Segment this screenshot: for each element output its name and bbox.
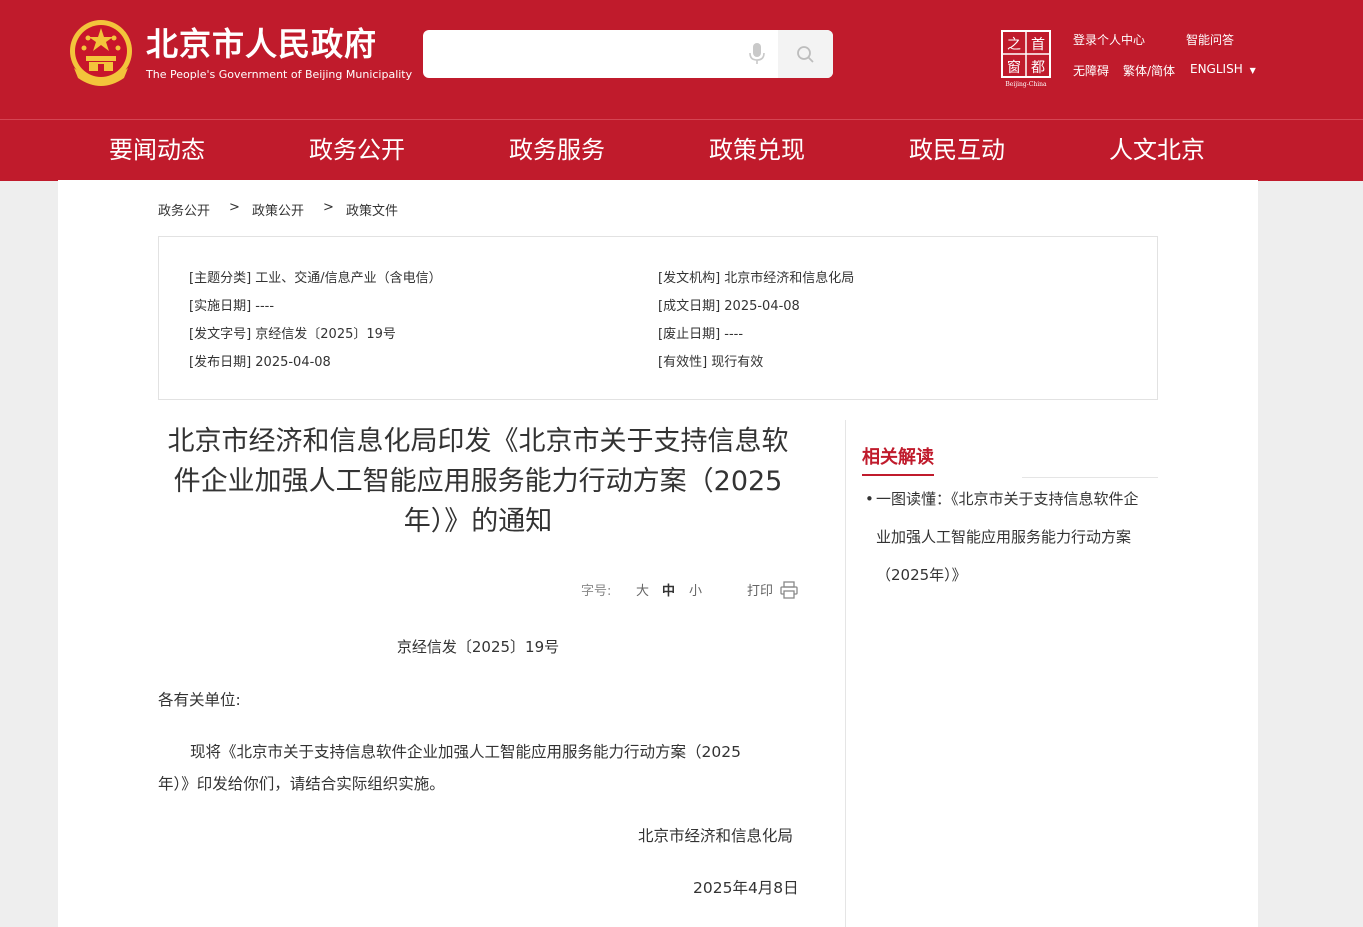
font-size-medium-button[interactable]: 中 [662, 580, 675, 599]
breadcrumb-item[interactable]: 政策文件 [346, 200, 398, 219]
meta-topic: [主题分类] 工业、交通/信息产业（含电信） [189, 271, 442, 286]
font-size-label: 字号: [581, 584, 612, 599]
salutation: 各有关单位: [158, 691, 241, 709]
emblem-icon[interactable] [68, 18, 134, 88]
english-link[interactable]: ENGLISH ▼ [1190, 62, 1256, 76]
related-item-text[interactable]: 一图读懂：《北京市关于支持信息软件企业加强人工智能应用服务能力行动方案（2025… [866, 480, 1152, 594]
search-button[interactable] [778, 30, 833, 78]
bullet-icon: • [865, 490, 874, 508]
english-label: ENGLISH [1190, 62, 1243, 76]
font-size-large-button[interactable]: 大 [636, 580, 649, 599]
capital-window-logo[interactable]: 之 首 窗 都 Beijing-China [1000, 30, 1052, 88]
document-meta [158, 236, 1158, 400]
related-underline [1022, 477, 1158, 478]
main-nav: 要闻动态 政务公开 政务服务 政策兑现 政民互动 人文北京 [0, 119, 1363, 181]
print-label[interactable]: 打印 [747, 580, 773, 599]
search-input[interactable] [435, 38, 739, 72]
nav-item-news[interactable]: 要闻动态 [109, 134, 205, 166]
mic-icon[interactable] [749, 43, 765, 65]
personal-center-link[interactable]: 登录个人中心 [1073, 31, 1145, 48]
breadcrumb-item[interactable]: 政务公开 [158, 200, 210, 219]
traditional-simplified-link[interactable]: 繁体/简体 [1123, 62, 1175, 79]
nav-item-gov-affairs-open[interactable]: 政务公开 [309, 134, 405, 166]
breadcrumb-separator: > [229, 200, 240, 215]
logo-char: 首 [1031, 37, 1045, 53]
related-title: 相关解读 [862, 446, 934, 476]
search-box [423, 30, 833, 78]
search-icon [797, 46, 814, 63]
nav-item-culture-beijing[interactable]: 人文北京 [1109, 134, 1205, 166]
meta-doc-number: [发文字号] 京经信发〔2025〕19号 [189, 327, 396, 342]
logo-caption: Beijing-China [1005, 81, 1047, 88]
column-divider [845, 420, 846, 927]
site-name-en[interactable]: The People's Government of Beijing Munic… [146, 68, 412, 81]
body-paragraph: 现将《北京市关于支持信息软件企业加强人工智能应用服务能力行动方案（2025年）》… [158, 743, 741, 793]
meta-validity: [有效性] 现行有效 [658, 355, 764, 370]
accessibility-link[interactable]: 无障碍 [1073, 62, 1109, 79]
sign-date: 2025年4月8日 [693, 879, 799, 897]
meta-abolish-date: [废止日期] ---- [658, 327, 744, 342]
smart-qa-link[interactable]: 智能问答 [1186, 31, 1234, 48]
meta-created-date: [成文日期] 2025-04-08 [658, 299, 800, 314]
signature: 北京市经济和信息化局 [638, 827, 794, 845]
article-title: 北京市经济和信息化局印发《北京市关于支持信息软件企业加强人工智能应用服务能力行动… [167, 426, 789, 537]
logo-char: 都 [1031, 60, 1045, 76]
meta-publish-date: [发布日期] 2025-04-08 [189, 355, 331, 370]
printer-icon[interactable] [780, 581, 798, 599]
nav-item-interaction[interactable]: 政民互动 [909, 134, 1005, 166]
breadcrumb-separator: > [323, 200, 334, 215]
font-size-small-button[interactable]: 小 [689, 580, 702, 599]
site-name[interactable]: 北京市人民政府 [146, 24, 377, 64]
logo-char: 窗 [1007, 59, 1021, 76]
logo-char: 之 [1007, 37, 1021, 53]
document-number: 京经信发〔2025〕19号 [396, 638, 560, 656]
nav-item-gov-services[interactable]: 政务服务 [509, 134, 605, 166]
related-item[interactable]: • 一图读懂：《北京市关于支持信息软件企业加强人工智能应用服务能力行动方案（20… [865, 480, 1152, 594]
meta-issuer: [发文机构] 北京市经济和信息化局 [658, 271, 855, 286]
nav-item-policy-fulfill[interactable]: 政策兑现 [709, 134, 805, 166]
meta-effective-date: [实施日期] ---- [189, 299, 275, 314]
breadcrumb-item[interactable]: 政策公开 [252, 200, 304, 219]
dropdown-arrow-icon: ▼ [1249, 66, 1256, 75]
